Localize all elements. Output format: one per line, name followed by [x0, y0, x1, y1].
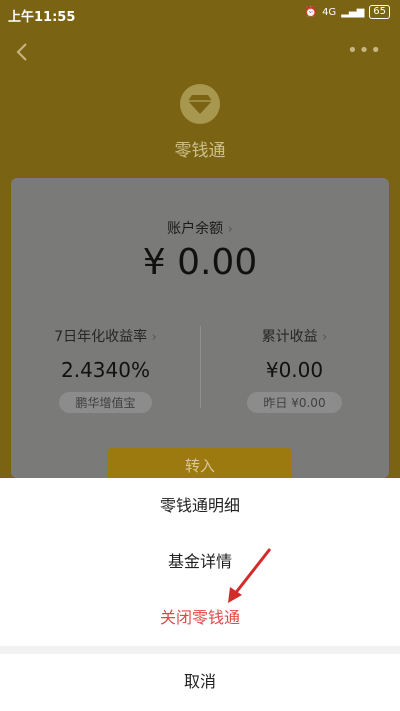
cancel-button[interactable]: 取消 [0, 654, 400, 710]
alarm-icon: ⏰ [304, 6, 318, 18]
signal-icon: ▂▄▆ [341, 6, 365, 18]
yield-label-text: 7日年化收益率 [54, 329, 148, 345]
action-sheet: 零钱通明细 基金详情 关闭零钱通 取消 [0, 478, 400, 711]
battery-icon: 65 [369, 5, 390, 19]
sheet-item-close[interactable]: 关闭零钱通 [0, 590, 400, 646]
status-icons: ⏰ 4G ▂▄▆ 65 [305, 5, 390, 19]
balance-label[interactable]: 账户余额 › [11, 218, 389, 238]
more-icon[interactable]: ••• [347, 40, 382, 61]
status-time: 上午11:55 [8, 10, 76, 25]
balance-value: ¥ 0.00 [142, 242, 258, 283]
app-title: 零钱通 [174, 141, 226, 161]
yield-value: 2.4340% [61, 358, 150, 382]
annotation-arrow-icon [228, 548, 272, 603]
earnings-column: 累计收益 › ¥0.00 昨日 ¥0.00 [200, 326, 389, 413]
sheet-item-fund-info[interactable]: 基金详情 [0, 534, 400, 591]
chevron-right-icon: › [227, 222, 233, 237]
balance-card: 账户余额 › ¥ 0.00 7日年化收益率 › 2.4340% 鹏华增值宝 累计… [11, 178, 389, 478]
status-bar: 上午11:55 ⏰ 4G ▂▄▆ 65 [0, 0, 400, 30]
sheet-gap [0, 646, 400, 654]
yesterday-earnings-badge: 昨日 ¥0.00 [247, 392, 342, 413]
earnings-label[interactable]: 累计收益 › [200, 326, 389, 346]
transfer-in-button[interactable]: 转入 [108, 448, 292, 478]
balance-label-text: 账户余额 [167, 221, 224, 237]
back-icon[interactable] [12, 38, 34, 66]
earnings-value: ¥0.00 [265, 358, 324, 382]
sheet-item-details[interactable]: 零钱通明细 [0, 478, 400, 535]
diamond-logo-icon [180, 84, 220, 124]
network-label: 4G [322, 6, 337, 18]
nav-bar: ••• [0, 30, 400, 74]
yield-label[interactable]: 7日年化收益率 › [11, 326, 200, 346]
chevron-right-icon: › [322, 330, 328, 345]
chevron-right-icon: › [151, 330, 157, 345]
yield-column: 7日年化收益率 › 2.4340% 鹏华增值宝 [11, 326, 200, 413]
fund-name-badge[interactable]: 鹏华增值宝 [59, 392, 152, 413]
earnings-label-text: 累计收益 [261, 329, 318, 345]
